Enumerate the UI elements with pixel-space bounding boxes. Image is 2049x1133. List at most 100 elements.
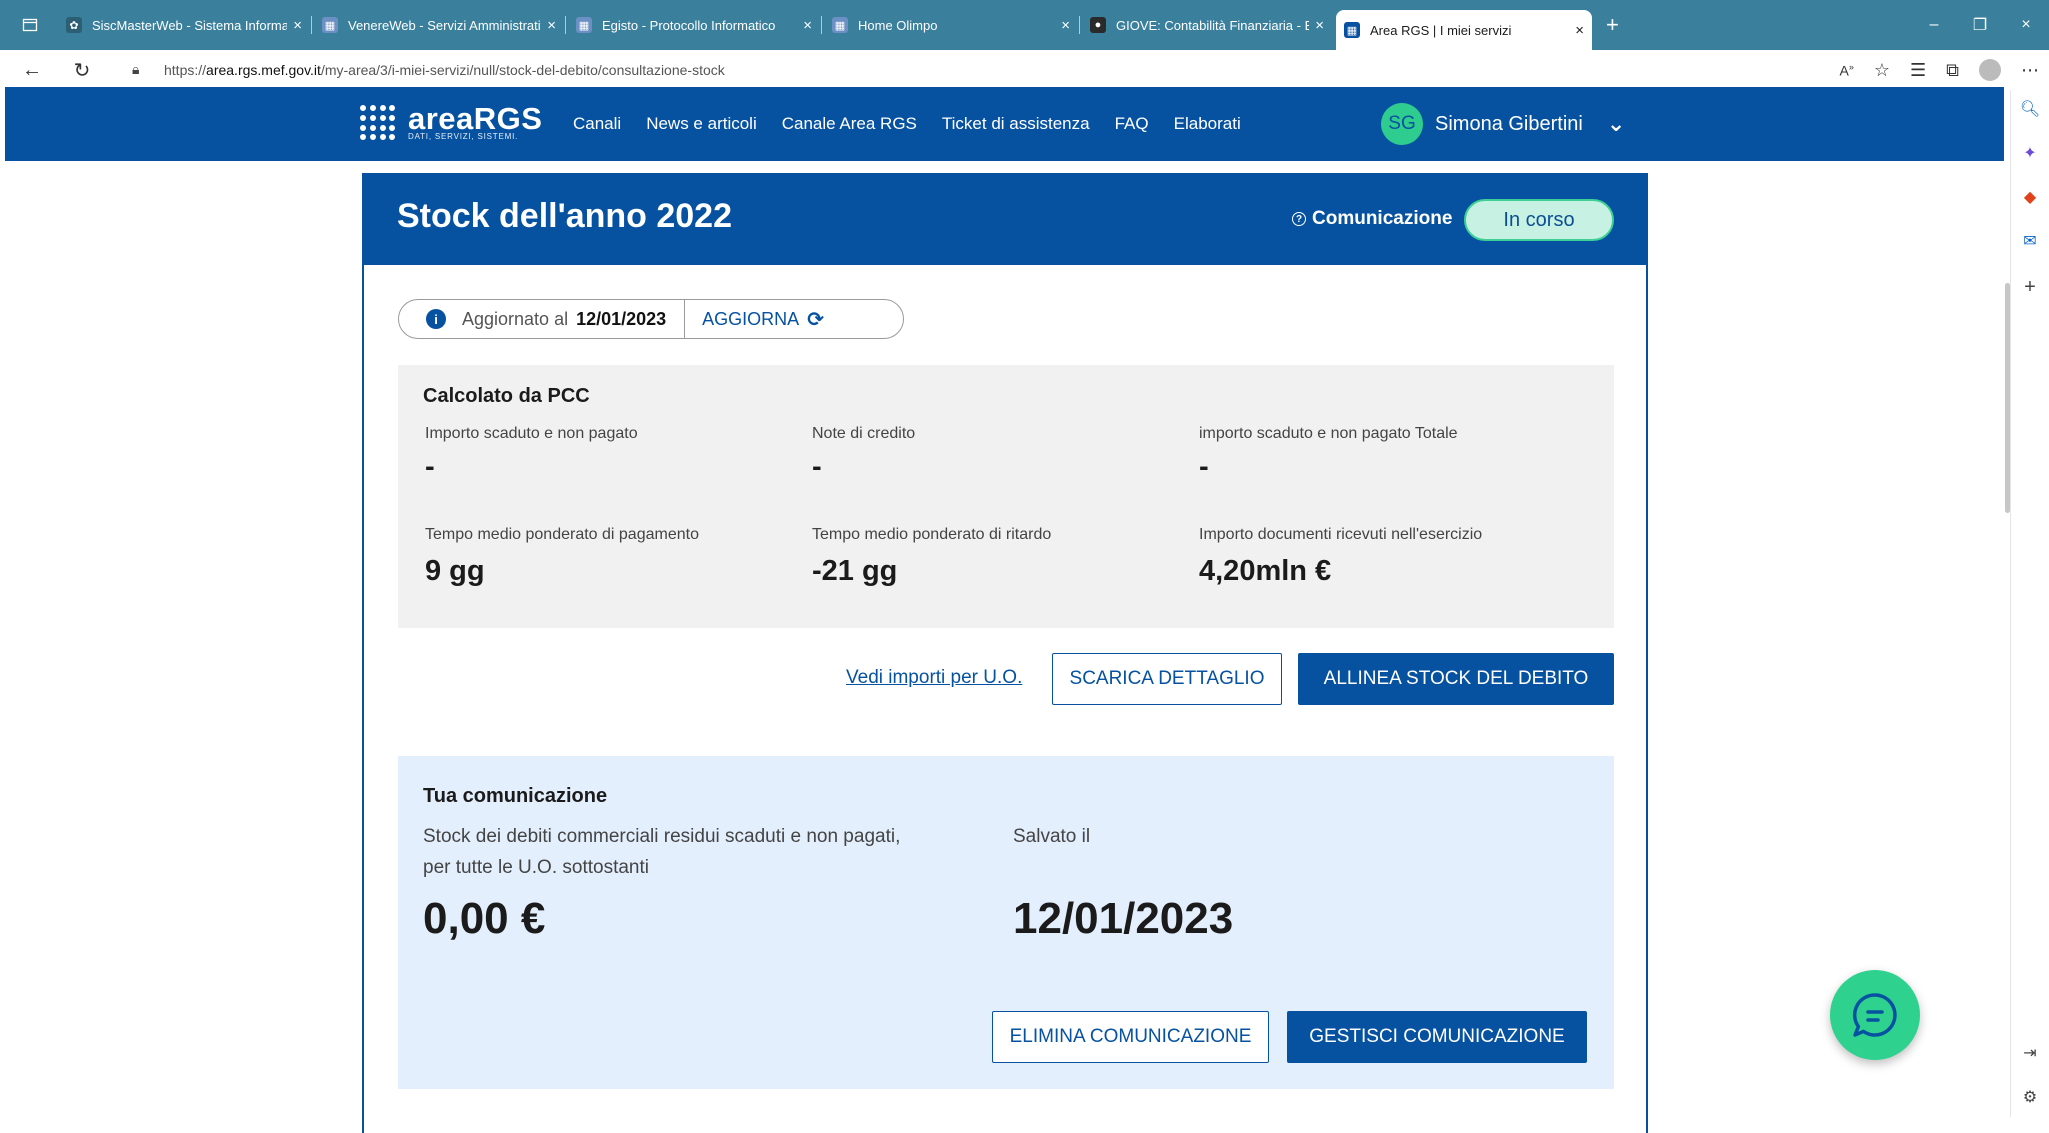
chat-bubble-icon <box>1852 993 1897 1037</box>
scarica-dettaglio-button[interactable]: SCARICA DETTAGLIO <box>1052 653 1282 705</box>
close-tab-icon[interactable]: × <box>293 17 302 34</box>
area-rgs-favicon-icon: ▦ <box>1344 22 1360 38</box>
pcc-title: Calcolato da PCC <box>423 385 590 407</box>
metric-label: importo scaduto e non pagato Totale <box>1199 425 1458 442</box>
elimina-comunicazione-button[interactable]: ELIMINA COMUNICAZIONE <box>992 1011 1269 1063</box>
close-tab-icon[interactable]: × <box>1575 22 1584 39</box>
stock-label-2: per tutte le U.O. sottostanti <box>423 857 649 878</box>
restore-icon[interactable]: ❐ <box>1957 15 2003 35</box>
allinea-stock-button[interactable]: ALLINEA STOCK DEL DEBITO <box>1298 653 1614 705</box>
tab-actions-icon[interactable] <box>14 8 48 42</box>
tab-title: Area RGS | I miei servizi <box>1370 22 1512 38</box>
metric-value: - <box>425 451 435 483</box>
metric-value: - <box>812 451 822 483</box>
tab-area-rgs[interactable]: ▦ Area RGS | I miei servizi × <box>1336 10 1592 50</box>
profile-icon[interactable] <box>1979 59 2001 81</box>
office-icon[interactable]: ◆ <box>2019 186 2041 208</box>
page-scrollbar[interactable] <box>2005 283 2010 513</box>
tab-venereweb[interactable]: ▦ VenereWeb - Servizi Amministrativi × <box>314 8 566 42</box>
refresh-icon: ⟳ <box>807 308 824 331</box>
chevron-down-icon: ⌄ <box>1606 111 1626 136</box>
metric-value: - <box>1199 451 1209 483</box>
tab-giove[interactable]: ● GIOVE: Contabilità Finanziaria - E × <box>1082 8 1332 42</box>
area-rgs-logo[interactable]: areaRGS DATI, SERVIZI, SISTEMI. <box>360 100 543 141</box>
nav-ticket[interactable]: Ticket di assistenza <box>942 114 1090 134</box>
site-header: areaRGS DATI, SERVIZI, SISTEMI. Canali N… <box>5 87 2004 161</box>
tab-title: GIOVE: Contabilità Finanziaria - E <box>1116 17 1310 33</box>
giove-favicon-icon: ● <box>1090 17 1106 33</box>
reload-icon[interactable]: ↻ <box>66 54 98 86</box>
window-controls: – ❐ × <box>1911 0 2049 50</box>
metric-label: Importo documenti ricevuti nell'esercizi… <box>1199 526 1483 543</box>
close-tab-icon[interactable]: × <box>547 17 556 34</box>
add-sidebar-icon[interactable]: + <box>2019 276 2041 298</box>
help-question-icon: ? <box>1292 212 1306 226</box>
nav-canali[interactable]: Canali <box>573 114 621 134</box>
comunicazione-help[interactable]: ? Comunicazione <box>1292 208 1452 230</box>
logo-dots-icon <box>360 105 396 141</box>
collections-icon[interactable]: ⧉ <box>1946 60 1959 81</box>
info-icon: i <box>426 309 446 329</box>
metric-label: Tempo medio ponderato di pagamento <box>425 526 699 543</box>
nav-canale-area-rgs[interactable]: Canale Area RGS <box>782 114 917 134</box>
tab-title: VenereWeb - Servizi Amministrativi <box>348 17 542 33</box>
new-tab-button[interactable]: + <box>1598 8 1628 42</box>
url-host: area.rgs.mef.gov.it <box>206 62 321 78</box>
user-menu[interactable]: SG Simona Gibertini ⌄ <box>1381 103 1625 145</box>
back-arrow-icon[interactable]: ← <box>16 54 48 86</box>
user-name: Simona Gibertini <box>1435 112 1583 135</box>
status-badge: In corso <box>1464 199 1614 241</box>
page-title: Stock dell'anno 2022 <box>397 197 732 235</box>
venere-favicon-icon: ▦ <box>322 17 338 33</box>
close-window-icon[interactable]: × <box>2003 16 2049 34</box>
aggiorna-button[interactable]: AGGIORNA ⟳ <box>702 307 824 332</box>
more-menu-icon[interactable]: ⋯ <box>2021 60 2039 81</box>
olimpo-favicon-icon: ▦ <box>832 17 848 33</box>
metric-label: Tempo medio ponderato di ritardo <box>812 526 1052 543</box>
settings-gear-icon[interactable]: ⚙ <box>2019 1086 2041 1108</box>
close-tab-icon[interactable]: × <box>1061 17 1070 34</box>
vedi-importi-uo-link[interactable]: Vedi importi per U.O. <box>846 667 1022 689</box>
browser-tab-bar: ✿ SiscMasterWeb - Sistema Informativo × … <box>0 0 2049 50</box>
chat-button[interactable] <box>1830 970 1920 1060</box>
lock-icon: 🔒︎ <box>132 61 140 77</box>
minimize-icon[interactable]: – <box>1911 16 1957 34</box>
stock-value: 0,00 € <box>423 894 546 943</box>
search-icon[interactable]: 🔍︎ <box>2019 98 2041 120</box>
tab-title: Home Olimpo <box>858 17 938 33</box>
metric-label: Importo scaduto e non pagato <box>425 425 638 442</box>
outlook-icon[interactable]: ✉ <box>2019 230 2041 252</box>
tab-title: Egisto - Protocollo Informatico <box>602 17 776 33</box>
browser-toolbar: A» ☆ ☰ ⧉ ⋯ <box>1840 50 2039 90</box>
tua-title: Tua comunicazione <box>423 785 608 807</box>
nav-faq[interactable]: FAQ <box>1115 114 1149 134</box>
updated-date: 12/01/2023 <box>576 308 667 329</box>
tab-home-olimpo[interactable]: ▦ Home Olimpo × <box>824 8 1080 42</box>
stock-label: Stock dei debiti commerciali residui sca… <box>423 826 901 847</box>
read-aloud-icon[interactable]: A» <box>1840 62 1854 79</box>
copilot-icon[interactable]: ✦ <box>2019 142 2041 164</box>
nav-news[interactable]: News e articoli <box>646 114 757 134</box>
favorite-add-icon[interactable]: ☆ <box>1874 60 1890 81</box>
close-tab-icon[interactable]: × <box>803 17 812 34</box>
pcc-panel: Calcolato da PCC Importo scaduto e non p… <box>398 365 1614 628</box>
tab-egisto[interactable]: ▦ Egisto - Protocollo Informatico × <box>568 8 822 42</box>
close-tab-icon[interactable]: × <box>1315 17 1324 34</box>
browser-sidebar: 🔍︎ ✦ ◆ ✉ + ⇥ ⚙ <box>2010 90 2049 1117</box>
url-field[interactable]: https://area.rgs.mef.gov.it/my-area/3/i-… <box>164 50 725 90</box>
pill-divider <box>684 299 686 339</box>
url-path: /my-area/3/i-miei-servizi/null/stock-del… <box>320 62 725 78</box>
nav-elaborati[interactable]: Elaborati <box>1174 114 1241 134</box>
comunicazione-label: Comunicazione <box>1312 208 1453 229</box>
card-header: Stock dell'anno 2022 ? Comunicazione In … <box>364 175 1646 265</box>
metric-value: -21 gg <box>812 555 898 587</box>
gestisci-comunicazione-button[interactable]: GESTISCI COMUNICAZIONE <box>1287 1011 1587 1063</box>
updated-label: Aggiornato al <box>462 308 569 329</box>
saved-value: 12/01/2023 <box>1013 894 1234 943</box>
logo-text: areaRGS <box>408 100 543 136</box>
sidebar-toggle-icon[interactable]: ⇥ <box>2019 1042 2041 1064</box>
main-nav: Canali News e articoli Canale Area RGS T… <box>573 87 1241 161</box>
update-pill: i Aggiornato al 12/01/2023 AGGIORNA ⟳ <box>398 299 904 339</box>
favorites-icon[interactable]: ☰ <box>1910 60 1926 81</box>
tab-siscmasterweb[interactable]: ✿ SiscMasterWeb - Sistema Informativo × <box>58 8 312 42</box>
